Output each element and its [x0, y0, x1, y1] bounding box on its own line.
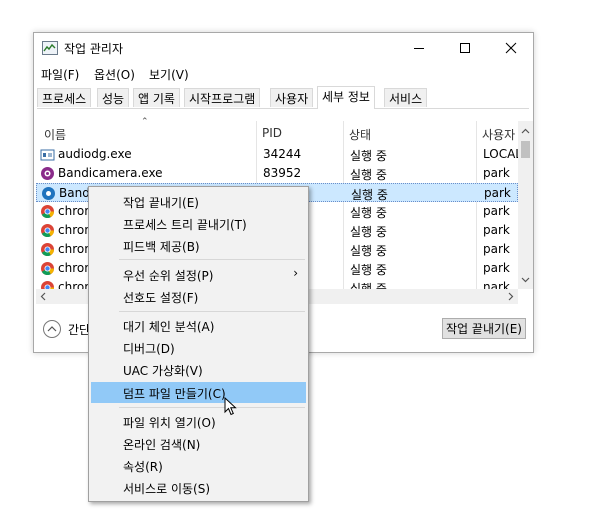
table-row[interactable]: audiodg.exe 34244 실행 중 LOCAL [36, 145, 522, 164]
menu-item-label: 작업 끝내기(E) [123, 196, 199, 210]
chrome-icon [41, 243, 54, 257]
submenu-arrow-icon: › [293, 266, 298, 280]
process-status: 실행 중 [350, 225, 387, 239]
process-status: 실행 중 [350, 149, 387, 163]
process-pid: 83952 [263, 166, 302, 180]
process-user: park [483, 204, 510, 218]
scroll-down-icon[interactable] [518, 272, 533, 287]
process-user: LOCAL [483, 147, 522, 161]
process-status: 실행 중 [350, 244, 387, 258]
audio-process-icon [40, 149, 55, 161]
bandicam-icon [42, 187, 55, 200]
mouse-cursor-icon [224, 397, 237, 416]
menu-item-label: 파일 위치 열기(O) [123, 416, 216, 430]
menu-item-label: 선호도 설정(F) [123, 291, 199, 305]
process-user: park [483, 261, 510, 275]
menu-item-end-task[interactable]: 작업 끝내기(E) [91, 191, 306, 212]
tab-services[interactable]: 서비스 [384, 88, 428, 107]
tab-startup[interactable]: 시작프로그램 [184, 88, 261, 107]
menu-item-label: 우선 순위 설정(P) [123, 269, 214, 283]
tab-processes[interactable]: 프로세스 [37, 88, 92, 107]
close-button[interactable] [488, 33, 534, 63]
column-pid[interactable]: PID [262, 126, 282, 140]
menu-item-label: UAC 가상화(V) [123, 364, 203, 378]
column-status[interactable]: 상태 [349, 126, 371, 143]
process-status: 실행 중 [351, 188, 388, 202]
menu-item-feedback[interactable]: 피드백 제공(B) [91, 235, 306, 256]
process-user: park [483, 166, 510, 180]
vertical-scrollbar[interactable] [518, 121, 533, 289]
menu-item-properties[interactable]: 속성(R) [91, 455, 306, 476]
chrome-icon [41, 205, 54, 219]
menu-item-label: 서비스로 이동(S) [123, 482, 211, 496]
process-user: nark [483, 280, 510, 289]
tab-performance[interactable]: 성능 [97, 88, 130, 107]
process-pid: 34244 [263, 147, 302, 161]
bandicamera-icon [41, 167, 54, 180]
menu-item-label: 온라인 검색(N) [123, 438, 201, 452]
menu-item-debug[interactable]: 디버그(D) [91, 337, 306, 358]
tab-app-history[interactable]: 앱 기록 [133, 88, 180, 107]
process-user: park [483, 242, 510, 256]
scroll-left-icon[interactable] [36, 289, 51, 304]
menu-item-label: 대기 체인 분석(A) [123, 320, 215, 334]
menu-item-analyze-wait-chain[interactable]: 대기 체인 분석(A) [91, 315, 306, 336]
menu-item-create-dump-file[interactable]: 덤프 파일 만들기(C) [91, 382, 306, 403]
scroll-up-icon[interactable] [518, 124, 533, 139]
process-name: audiodg.exe [58, 147, 132, 161]
chrome-icon [41, 281, 54, 289]
scroll-right-icon[interactable] [503, 289, 518, 304]
collapse-chevron-icon[interactable] [42, 319, 62, 339]
menu-item-uac-virtualization[interactable]: UAC 가상화(V) [91, 359, 306, 380]
menu-item-end-process-tree[interactable]: 프로세스 트리 끝내기(T) [91, 213, 306, 234]
sort-ascending-icon: ⌃ [141, 117, 149, 127]
window-title: 작업 관리자 [64, 42, 124, 56]
tab-details[interactable]: 세부 정보 [317, 86, 375, 109]
menu-separator [119, 259, 305, 260]
column-header: ⌃ 이름 PID 상태 사용자 [34, 117, 518, 145]
menu-item-search-online[interactable]: 온라인 검색(N) [91, 433, 306, 454]
menu-item-set-priority[interactable]: 우선 순위 설정(P) › [91, 264, 306, 285]
process-status: 실행 중 [350, 263, 387, 277]
task-manager-icon [42, 41, 58, 55]
menu-view[interactable]: 보기(V) [149, 66, 189, 83]
menu-options[interactable]: 옵션(O) [94, 66, 135, 83]
process-user: park [484, 186, 511, 200]
process-name: Bandicamera.exe [58, 166, 163, 180]
table-row[interactable]: Bandicamera.exe 83952 실행 중 park [36, 164, 518, 183]
maximize-icon [460, 43, 470, 53]
column-user[interactable]: 사용자 [482, 126, 515, 143]
tab-strip: 프로세스 성능 앱 기록 시작프로그램 사용자 세부 정보 서비스 [37, 86, 529, 109]
process-status: 실행 중 [350, 168, 387, 182]
process-status: 실행 중 [350, 282, 387, 289]
menu-item-label: 디버그(D) [123, 342, 175, 356]
tab-users[interactable]: 사용자 [270, 88, 314, 107]
menu-item-open-file-location[interactable]: 파일 위치 열기(O) [91, 411, 306, 432]
menu-item-label: 속성(R) [123, 460, 163, 474]
minimize-icon [414, 48, 424, 49]
chrome-icon [41, 262, 54, 276]
menu-item-label: 덤프 파일 만들기(C) [123, 387, 226, 401]
process-user: park [483, 223, 510, 237]
menu-bar: 파일(F) 옵션(O) 보기(V) [34, 64, 533, 84]
menu-file[interactable]: 파일(F) [41, 66, 79, 83]
context-menu: 작업 끝내기(E) 프로세스 트리 끝내기(T) 피드백 제공(B) 우선 순위… [88, 186, 309, 502]
minimize-button[interactable] [396, 33, 442, 63]
process-status: 실행 중 [350, 206, 387, 220]
column-name[interactable]: 이름 [44, 126, 66, 143]
title-bar[interactable]: 작업 관리자 [34, 33, 533, 63]
maximize-button[interactable] [442, 33, 488, 63]
menu-item-go-to-services[interactable]: 서비스로 이동(S) [91, 477, 306, 498]
menu-item-label: 프로세스 트리 끝내기(T) [123, 218, 247, 232]
end-task-button[interactable]: 작업 끝내기(E) [442, 318, 526, 339]
chrome-icon [41, 224, 54, 238]
vertical-scroll-thumb[interactable] [521, 141, 530, 158]
close-icon [505, 42, 517, 54]
menu-item-label: 피드백 제공(B) [123, 240, 200, 254]
menu-separator [119, 407, 305, 408]
fewer-details-label[interactable]: 간단 [68, 321, 90, 338]
menu-separator [119, 311, 305, 312]
menu-item-set-affinity[interactable]: 선호도 설정(F) [91, 286, 306, 307]
